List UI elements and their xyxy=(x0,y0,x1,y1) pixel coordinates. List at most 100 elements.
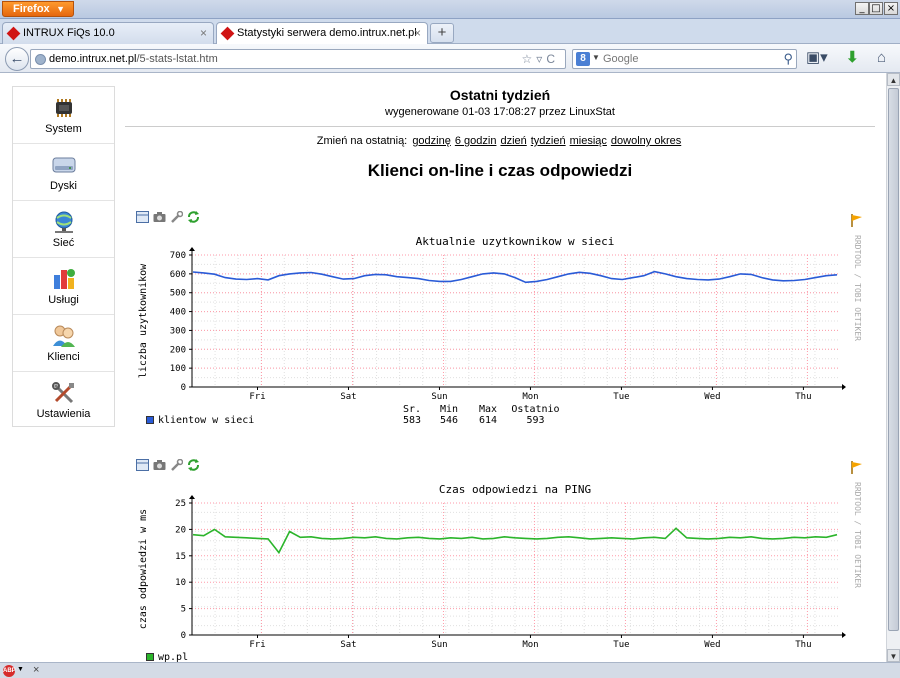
disk-icon xyxy=(52,157,75,173)
refresh-icon[interactable] xyxy=(187,459,200,471)
period-link-custom[interactable]: dowolny okres xyxy=(611,135,681,147)
y-tick-label: 25 xyxy=(175,499,186,509)
close-tab-icon[interactable]: × xyxy=(200,26,207,40)
x-tick-label: Thu xyxy=(795,392,811,402)
rrdtool-credit: RRDTOOL / TOBI OETIKER xyxy=(853,482,862,588)
y-tick-label: 0 xyxy=(181,631,186,641)
tools-icon xyxy=(51,382,74,404)
bookmarks-menu-icon[interactable]: ▣▾ xyxy=(806,50,828,66)
rrdtool-credit: RRDTOOL / TOBI OETIKER xyxy=(853,235,862,341)
search-bar[interactable]: 8 ▼ Google ⚲ xyxy=(572,49,797,69)
sidebar-item-system[interactable]: System xyxy=(13,87,114,144)
home-icon[interactable]: ⌂ xyxy=(877,50,886,66)
back-button[interactable]: ← xyxy=(5,47,29,71)
wrench-icon[interactable] xyxy=(170,458,184,471)
sidebar-item-label: System xyxy=(45,123,82,135)
sidebar-item-label: Sieć xyxy=(52,237,75,249)
firefox-menu-button[interactable]: Firefox ▼ xyxy=(2,1,74,17)
vertical-scrollbar[interactable]: ▲ ▼ xyxy=(886,73,900,662)
y-tick-label: 20 xyxy=(175,525,186,535)
legend-label: klientow w sieci xyxy=(158,415,255,426)
period-selector: Zmień na ostatnią: godzinę 6 godzin dzień t… xyxy=(125,135,875,147)
sidebar-item-label: Usługi xyxy=(48,294,79,306)
period-link-week[interactable]: tydzień xyxy=(531,135,566,147)
page-subtitle: wygenerowane 01-03 17:08:27 przez LinuxS… xyxy=(385,106,615,118)
period-link-day[interactable]: dzień xyxy=(500,135,526,147)
section-title: Klienci on-line i czas odpowiedzi xyxy=(367,161,633,180)
stat-header: Min xyxy=(439,404,459,415)
sidebar: System Dyski Sieć Usługi Klienci Ustawie… xyxy=(12,86,115,427)
search-icon[interactable]: ⚲ xyxy=(783,51,793,67)
tab-intrux-fiqs[interactable]: INTRUX FiQs 10.0 × xyxy=(2,22,214,44)
y-tick-label: 400 xyxy=(170,308,186,318)
x-tick-label: Sun xyxy=(431,640,447,650)
x-tick-label: Tue xyxy=(613,640,629,650)
wrench-icon[interactable] xyxy=(170,210,184,223)
navigation-bar: ← demo.intrux.net.pl/5-stats-lstat.htm ☆… xyxy=(0,44,900,73)
legend-label: wp.pl xyxy=(158,652,189,662)
chart-ping: Czas odpowiedzi na PING czas odpowiedzi w… xyxy=(136,479,846,657)
chart-ping-legend: wp.pl xyxy=(146,652,188,662)
sidebar-item-services[interactable]: Usługi xyxy=(13,258,114,315)
minimize-button[interactable]: _ xyxy=(855,2,869,15)
adblock-icon[interactable]: ABP xyxy=(3,665,16,677)
x-tick-label: Wed xyxy=(704,640,720,650)
sidebar-item-disks[interactable]: Dyski xyxy=(13,144,114,201)
x-tick-label: Mon xyxy=(522,640,538,650)
y-tick-label: 10 xyxy=(175,578,186,588)
stat-value: 593 xyxy=(526,415,545,426)
chart-title: Aktualnie uzytkownikow w sieci xyxy=(416,235,615,248)
url-path: /5-stats-lstat.htm xyxy=(136,53,218,65)
scroll-up-arrow-icon[interactable]: ▲ xyxy=(887,73,900,86)
chevron-down-icon[interactable]: ▼ xyxy=(592,53,600,62)
maximize-button[interactable]: □ xyxy=(869,2,883,15)
sidebar-item-settings[interactable]: Ustawienia xyxy=(13,372,114,429)
camera-icon[interactable] xyxy=(153,459,166,471)
stat-value: 583 xyxy=(402,415,422,426)
legend-swatch xyxy=(146,653,154,661)
y-tick-label: 5 xyxy=(181,605,186,615)
firefox-menu-label: Firefox xyxy=(13,3,50,15)
refresh-icon[interactable] xyxy=(187,211,200,223)
stat-value: 546 xyxy=(439,415,459,426)
stat-value: 614 xyxy=(478,415,498,426)
sidebar-item-clients[interactable]: Klienci xyxy=(13,315,114,372)
tab-stats[interactable]: Statystyki serwera demo.intrux.net.pl × xyxy=(216,22,428,45)
sidebar-item-network[interactable]: Sieć xyxy=(13,201,114,258)
new-tab-button[interactable]: + xyxy=(430,23,454,43)
period-link-6hours[interactable]: 6 godzin xyxy=(455,135,497,147)
camera-icon[interactable] xyxy=(153,211,166,223)
intrux-favicon-icon xyxy=(220,26,235,41)
x-tick-label: Fri xyxy=(249,640,265,650)
scrollbar-thumb[interactable] xyxy=(888,88,899,631)
close-addon-bar-icon[interactable]: × xyxy=(33,664,39,676)
scroll-down-arrow-icon[interactable]: ▼ xyxy=(887,649,900,662)
url-host: demo.intrux.net.pl xyxy=(49,53,137,65)
period-link-hour[interactable]: godzinę xyxy=(412,135,451,147)
y-tick-label: 500 xyxy=(170,289,186,299)
chip-icon xyxy=(55,99,72,117)
site-identity-icon[interactable] xyxy=(35,54,46,65)
x-axis-arrow-icon xyxy=(842,632,846,638)
x-tick-label: Thu xyxy=(795,640,811,650)
period-link-month[interactable]: miesiąc xyxy=(570,135,607,147)
url-bar[interactable]: demo.intrux.net.pl/5-stats-lstat.htm ☆▿C xyxy=(30,49,566,69)
flag-icon[interactable] xyxy=(851,461,863,474)
y-tick-label: 0 xyxy=(181,383,186,393)
bookmark-star-icon[interactable]: ☆▿C xyxy=(522,52,559,66)
table-view-icon[interactable] xyxy=(136,211,149,223)
x-axis-arrow-icon xyxy=(842,384,846,390)
google-engine-icon[interactable]: 8 xyxy=(576,52,590,66)
period-prefix: Zmień na ostatnią: xyxy=(316,135,408,147)
flag-icon[interactable] xyxy=(851,214,863,227)
table-view-icon[interactable] xyxy=(136,459,149,471)
download-icon[interactable]: ⬇ xyxy=(846,50,859,66)
y-axis-arrow-icon xyxy=(189,495,195,499)
close-tab-icon[interactable]: × xyxy=(414,26,421,40)
chart-1-toolbar xyxy=(136,210,204,225)
chevron-down-icon[interactable]: ▼ xyxy=(17,666,24,673)
tab-label: Statystyki serwera demo.intrux.net.pl xyxy=(237,27,417,39)
close-window-button[interactable]: × xyxy=(884,2,898,15)
legend-swatch xyxy=(146,416,154,424)
chart-users: Aktualnie uzytkownikow w sieci liczba uzy… xyxy=(136,231,846,409)
